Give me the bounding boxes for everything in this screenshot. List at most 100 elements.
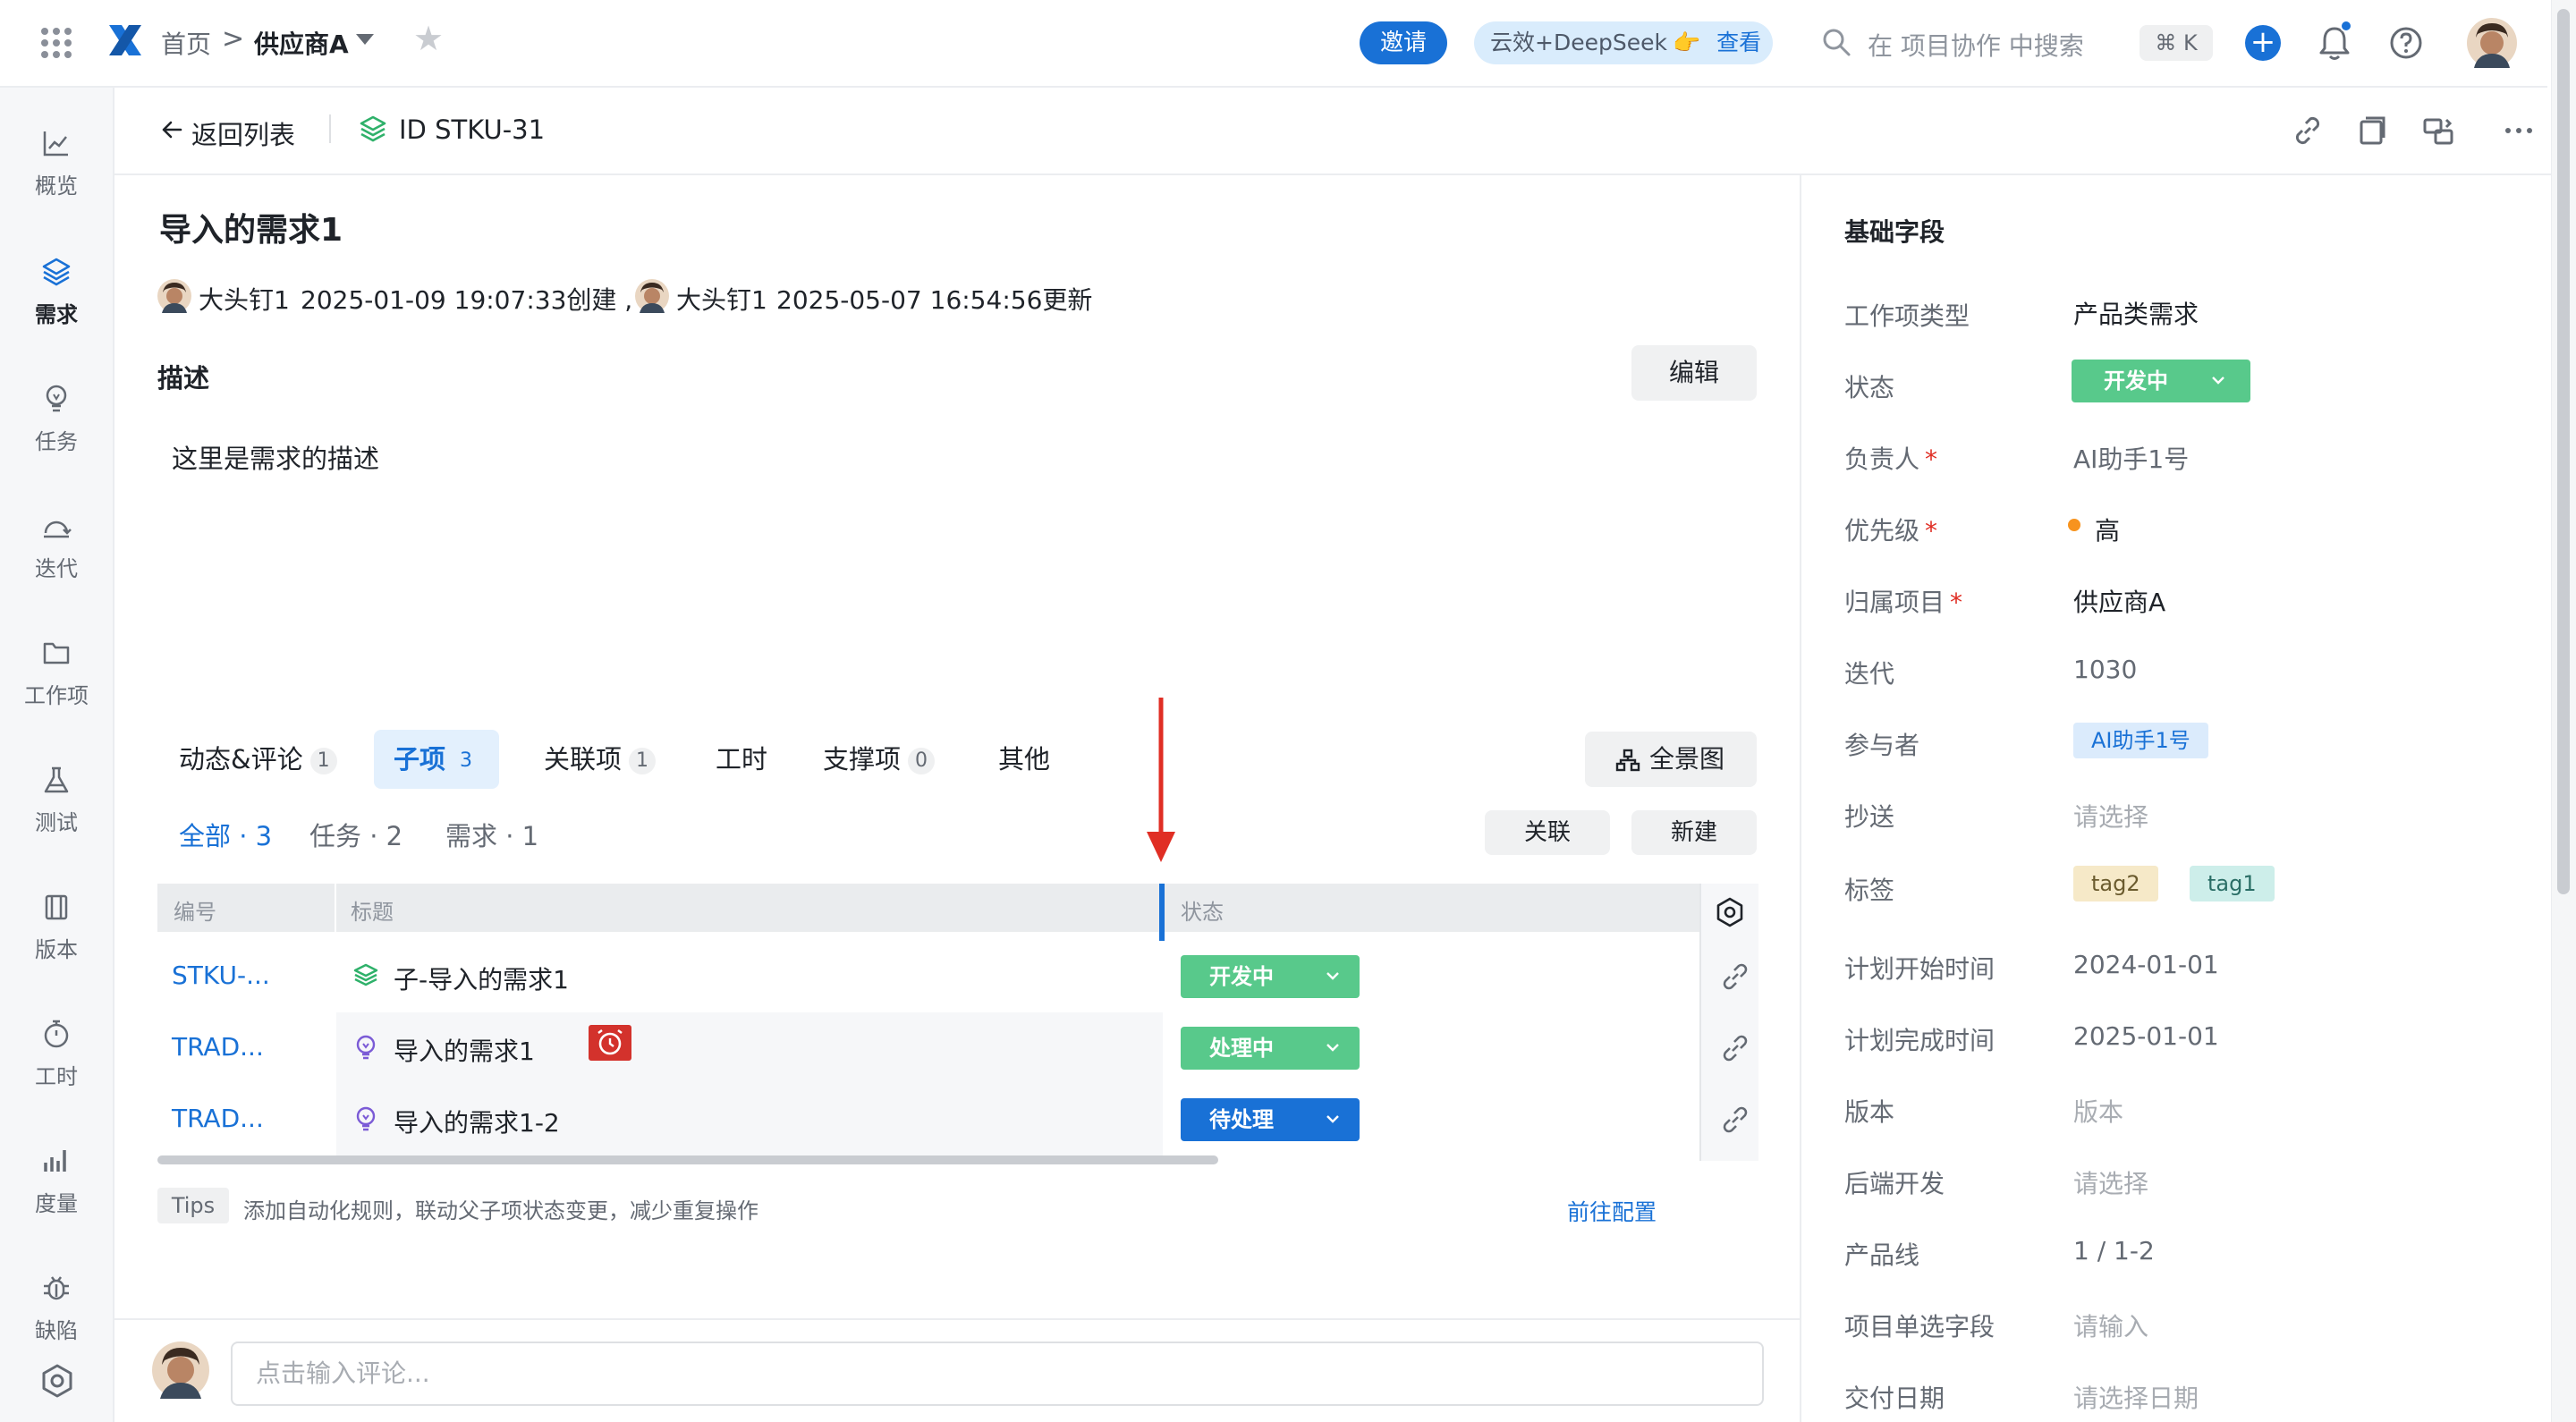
chevron-down-icon[interactable] [356, 34, 374, 45]
star-icon[interactable]: ★ [413, 21, 444, 55]
chevron-down-icon [1326, 1115, 1339, 1123]
tab-activity[interactable]: 动态&评论 1 [159, 730, 357, 789]
apps-grid-icon[interactable] [41, 28, 72, 58]
row-id[interactable]: TRAD... [172, 1104, 264, 1133]
app-logo[interactable] [106, 20, 145, 61]
avatar[interactable] [157, 279, 191, 313]
filter-all[interactable]: 全部 · 3 [179, 816, 272, 853]
table-horizontal-scrollbar[interactable] [157, 1155, 1218, 1164]
field-value-plan-start[interactable]: 2024-01-01 [2073, 950, 2219, 979]
avatar[interactable] [152, 1342, 209, 1399]
field-value-product-line[interactable]: 1 / 1-2 [2073, 1236, 2155, 1265]
filter-tasks[interactable]: 任务 · 2 [309, 816, 402, 853]
go-configure-link[interactable]: 前往配置 [1567, 1195, 1657, 1227]
field-value-cc[interactable]: 请选择 [2073, 798, 2148, 834]
status-dropdown[interactable]: 待处理 [1181, 1098, 1360, 1141]
back-to-list-link[interactable]: 返回列表 [191, 114, 295, 152]
tab-other[interactable]: 其他 [979, 730, 1070, 789]
tab-label: 其他 [998, 744, 1051, 774]
user-avatar[interactable] [2467, 18, 2517, 68]
table-row[interactable]: TRAD... 导入的需求1 处理中 [157, 1012, 1701, 1084]
tab-related[interactable]: 关联项 1 [524, 730, 675, 789]
column-header-status[interactable]: 状态 [1181, 894, 1224, 926]
tab-worktime[interactable]: 工时 [696, 730, 787, 789]
column-header-id[interactable]: 编号 [174, 894, 216, 926]
nav-item-tests[interactable]: 测试 [0, 764, 113, 880]
row-id[interactable]: STKU-... [172, 961, 270, 990]
create-button[interactable]: + [2245, 25, 2281, 61]
field-value-delivery-date[interactable]: 请选择日期 [2073, 1379, 2199, 1415]
tab-support[interactable]: 支撑项 0 [803, 730, 954, 789]
field-value-backend-dev[interactable]: 请选择 [2073, 1164, 2148, 1200]
edit-button[interactable]: 编辑 [1631, 345, 1757, 401]
nav-item-iterations[interactable]: 迭代 [0, 510, 113, 626]
column-resize-handle[interactable] [1159, 884, 1165, 941]
avatar[interactable] [635, 279, 669, 313]
unlink-icon[interactable] [1719, 1032, 1751, 1064]
search-icon[interactable] [1821, 27, 1852, 57]
status-dropdown[interactable]: 处理中 [1181, 1027, 1360, 1070]
field-value-priority[interactable]: 高 [2095, 512, 2120, 547]
tag-chip[interactable]: tag2 [2073, 866, 2158, 901]
nav-item-versions[interactable]: 版本 [0, 891, 113, 1007]
row-title-cell[interactable]: 导入的需求1-2 [336, 1084, 1163, 1155]
switch-icon[interactable] [2420, 113, 2456, 148]
search-input[interactable]: 在 项目协作 中搜索 [1868, 27, 2084, 63]
project-settings-icon[interactable] [39, 1363, 75, 1399]
tab-label: 动态&评论 [179, 744, 303, 774]
filter-requirements[interactable]: 需求 · 1 [445, 816, 538, 853]
bulb-icon [46, 385, 67, 412]
description-text[interactable]: 这里是需求的描述 [172, 438, 379, 476]
row-id[interactable]: TRAD... [172, 1032, 264, 1062]
field-value-type[interactable]: 产品类需求 [2073, 295, 2199, 331]
field-value-iteration[interactable]: 1030 [2073, 655, 2137, 684]
comment-input[interactable]: 点击输入评论... [231, 1342, 1764, 1406]
scrollbar-thumb[interactable] [2557, 9, 2570, 894]
row-title[interactable]: 子-导入的需求1 [394, 961, 569, 996]
breadcrumb-project[interactable]: 供应商A [254, 25, 349, 61]
field-value-plan-end[interactable]: 2025-01-01 [2073, 1021, 2219, 1051]
field-value-single-select[interactable]: 请输入 [2073, 1308, 2148, 1343]
nav-item-requirements[interactable]: 需求 [0, 256, 113, 372]
breadcrumb-home[interactable]: 首页 [161, 25, 211, 61]
table-settings-icon[interactable] [1714, 896, 1746, 928]
row-title[interactable]: 导入的需求1 [394, 1032, 535, 1068]
arrow-left-icon[interactable] [159, 114, 184, 145]
participant-chip[interactable]: AI助手1号 [2073, 723, 2208, 758]
copy-icon[interactable] [2354, 113, 2390, 148]
table-row[interactable]: TRAD... 导入的需求1-2 待处理 [157, 1084, 1701, 1155]
column-divider[interactable] [335, 884, 336, 932]
column-header-title[interactable]: 标题 [351, 894, 394, 926]
nav-item-workitems[interactable]: 工作项 [0, 637, 113, 753]
help-icon[interactable] [2388, 25, 2424, 61]
field-value-project[interactable]: 供应商A [2073, 583, 2165, 619]
nav-item-metrics[interactable]: 度量 [0, 1145, 113, 1261]
unlink-icon[interactable] [1719, 1104, 1751, 1136]
field-value-version[interactable]: 版本 [2073, 1093, 2123, 1129]
nav-item-overview[interactable]: 概览 [0, 127, 113, 243]
unlink-icon[interactable] [1719, 961, 1751, 993]
invite-button[interactable]: 邀请 [1360, 21, 1447, 64]
promo-view-link[interactable]: 查看 [1716, 30, 1761, 55]
tag-chip[interactable]: tag1 [2190, 866, 2275, 901]
page-scrollbar[interactable] [2551, 0, 2576, 1422]
nav-item-worktime[interactable]: 工时 [0, 1018, 113, 1134]
link-icon[interactable] [2290, 113, 2326, 148]
panorama-button[interactable]: 全景图 [1585, 732, 1757, 787]
tab-count: 0 [908, 748, 936, 774]
row-title-cell[interactable]: 子-导入的需求1 [336, 941, 1163, 1012]
tab-subitems[interactable]: 子项 3 [374, 730, 500, 789]
label-text: 优先级 [1844, 516, 1920, 546]
table-row[interactable]: STKU-... 子-导入的需求1 开发中 [157, 941, 1701, 1012]
row-title-cell[interactable]: 导入的需求1 [336, 1012, 1163, 1084]
item-id[interactable]: ID STKU-31 [399, 114, 545, 145]
link-item-button[interactable]: 关联 [1485, 810, 1610, 855]
more-icon[interactable] [2501, 113, 2537, 148]
promo-banner[interactable]: 云效+DeepSeek 👉 查看 [1474, 21, 1773, 64]
nav-item-tasks[interactable]: 任务 [0, 383, 113, 499]
field-status-dropdown[interactable]: 开发中 [2072, 360, 2250, 402]
status-dropdown[interactable]: 开发中 [1181, 955, 1360, 998]
field-value-assignee[interactable]: AI助手1号 [2073, 440, 2189, 476]
row-title[interactable]: 导入的需求1-2 [394, 1104, 560, 1139]
new-item-button[interactable]: 新建 [1631, 810, 1757, 855]
